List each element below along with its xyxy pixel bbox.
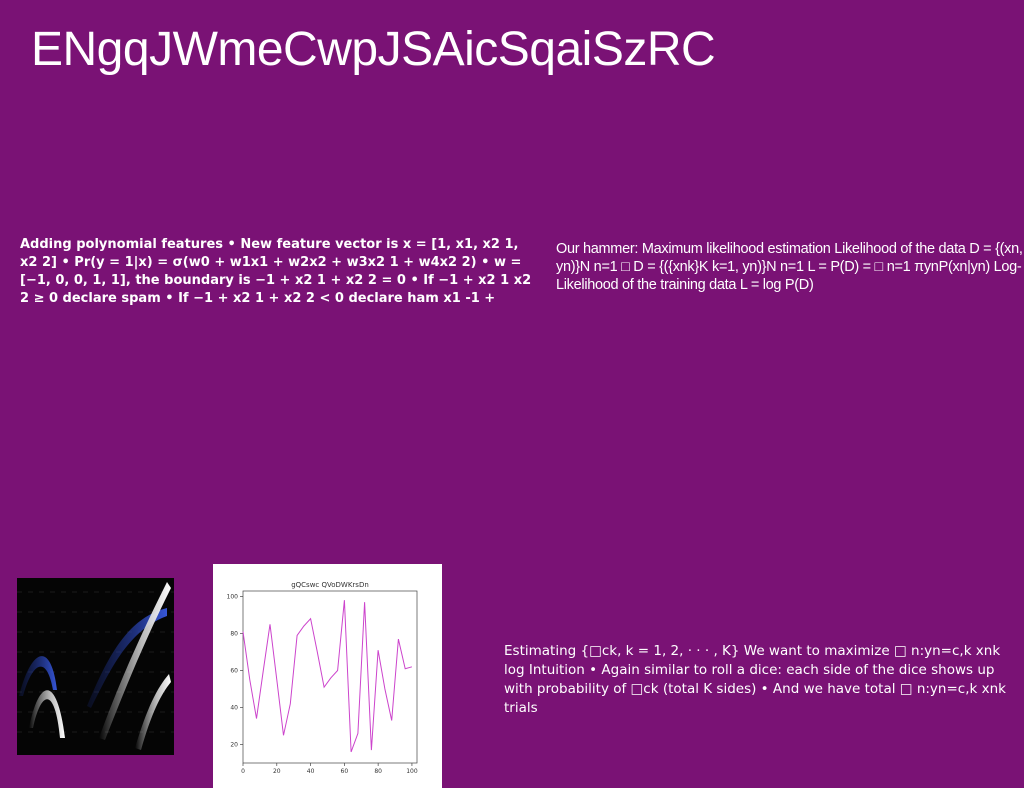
slide-title: ENgqJWmeCwpJSAicSqaiSzRC — [31, 23, 716, 76]
line-chart-svg: gQCswc QVoDWKrsDn 0 20 40 60 80 100 20 40 60 80 10… — [227, 581, 418, 775]
x-tick-label: 60 — [341, 768, 349, 775]
decision-boundary-graphic — [17, 582, 174, 750]
y-tick-label: 60 — [230, 668, 238, 675]
y-tick-label: 80 — [230, 631, 238, 638]
y-tick-label: 100 — [227, 594, 239, 601]
series-line — [242, 600, 413, 753]
x-tick-label: 100 — [406, 768, 418, 775]
estimating-parameters-text: Estimating {□ck, k = 1, 2, · · · , K} We… — [504, 643, 1006, 716]
x-tick-label: 40 — [307, 768, 315, 775]
chart-series — [242, 600, 413, 753]
y-tick-label: 20 — [230, 742, 238, 749]
chart-axes: 0 20 40 60 80 100 20 40 60 80 100 — [227, 594, 418, 775]
decision-boundary-figure — [17, 578, 174, 755]
polynomial-features-text: Adding polynomial features • New feature… — [20, 237, 532, 306]
line-chart: gQCswc QVoDWKrsDn 0 20 40 60 80 100 20 40 60 80 10… — [213, 564, 442, 788]
x-tick-label: 80 — [374, 768, 382, 775]
chart-title: gQCswc QVoDWKrsDn — [291, 581, 369, 589]
maximum-likelihood-text: Our hammer: Maximum likelihood estimatio… — [556, 241, 1023, 293]
chart-plot-frame — [242, 590, 418, 764]
x-tick-label: 20 — [273, 768, 281, 775]
y-tick-label: 40 — [230, 705, 238, 712]
x-tick-label: 0 — [241, 768, 245, 775]
